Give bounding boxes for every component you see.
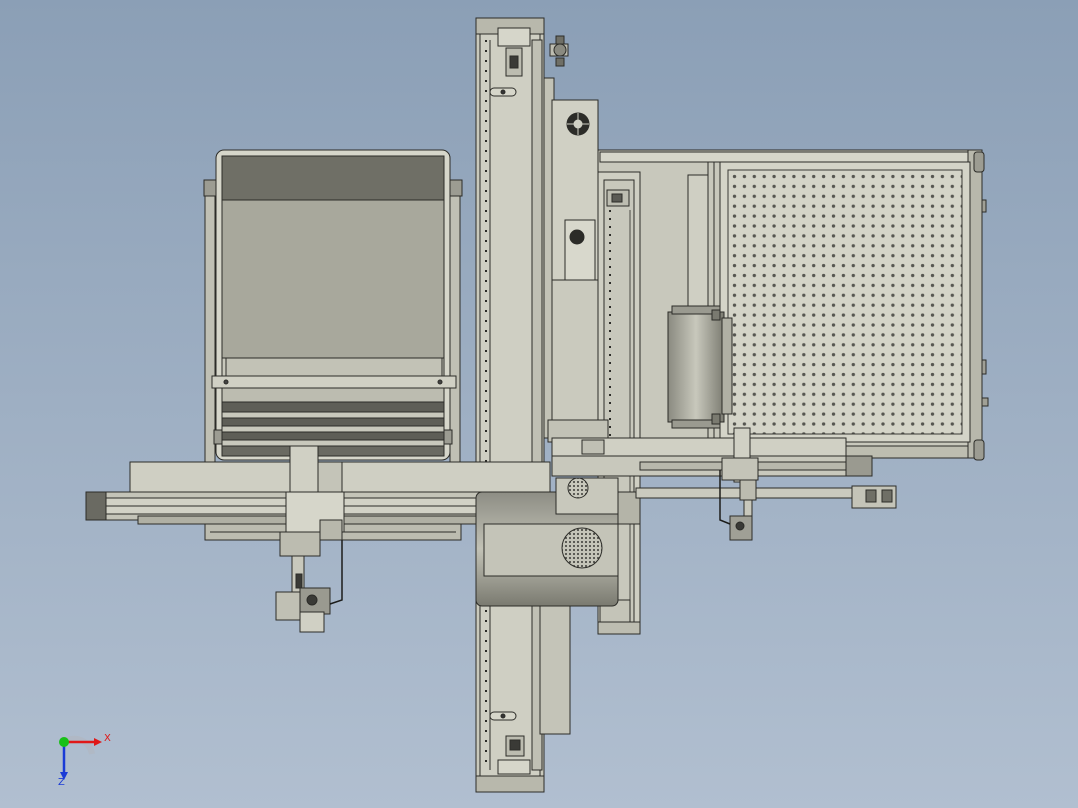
graphics-viewport[interactable]: X Z xyxy=(0,0,1078,808)
motor-housing[interactable] xyxy=(475,477,641,607)
y-axis-dot xyxy=(59,737,69,747)
z-axis-label: Z xyxy=(58,777,65,788)
rotary-table[interactable] xyxy=(667,305,733,429)
cad-model[interactable] xyxy=(0,0,1078,808)
coordinate-triad xyxy=(59,735,102,780)
top-valve[interactable] xyxy=(549,35,569,67)
control-panel[interactable] xyxy=(539,77,609,443)
fixture-table[interactable] xyxy=(597,149,989,461)
hopper-bin[interactable] xyxy=(203,149,463,463)
x-axis-label: X xyxy=(104,733,111,744)
